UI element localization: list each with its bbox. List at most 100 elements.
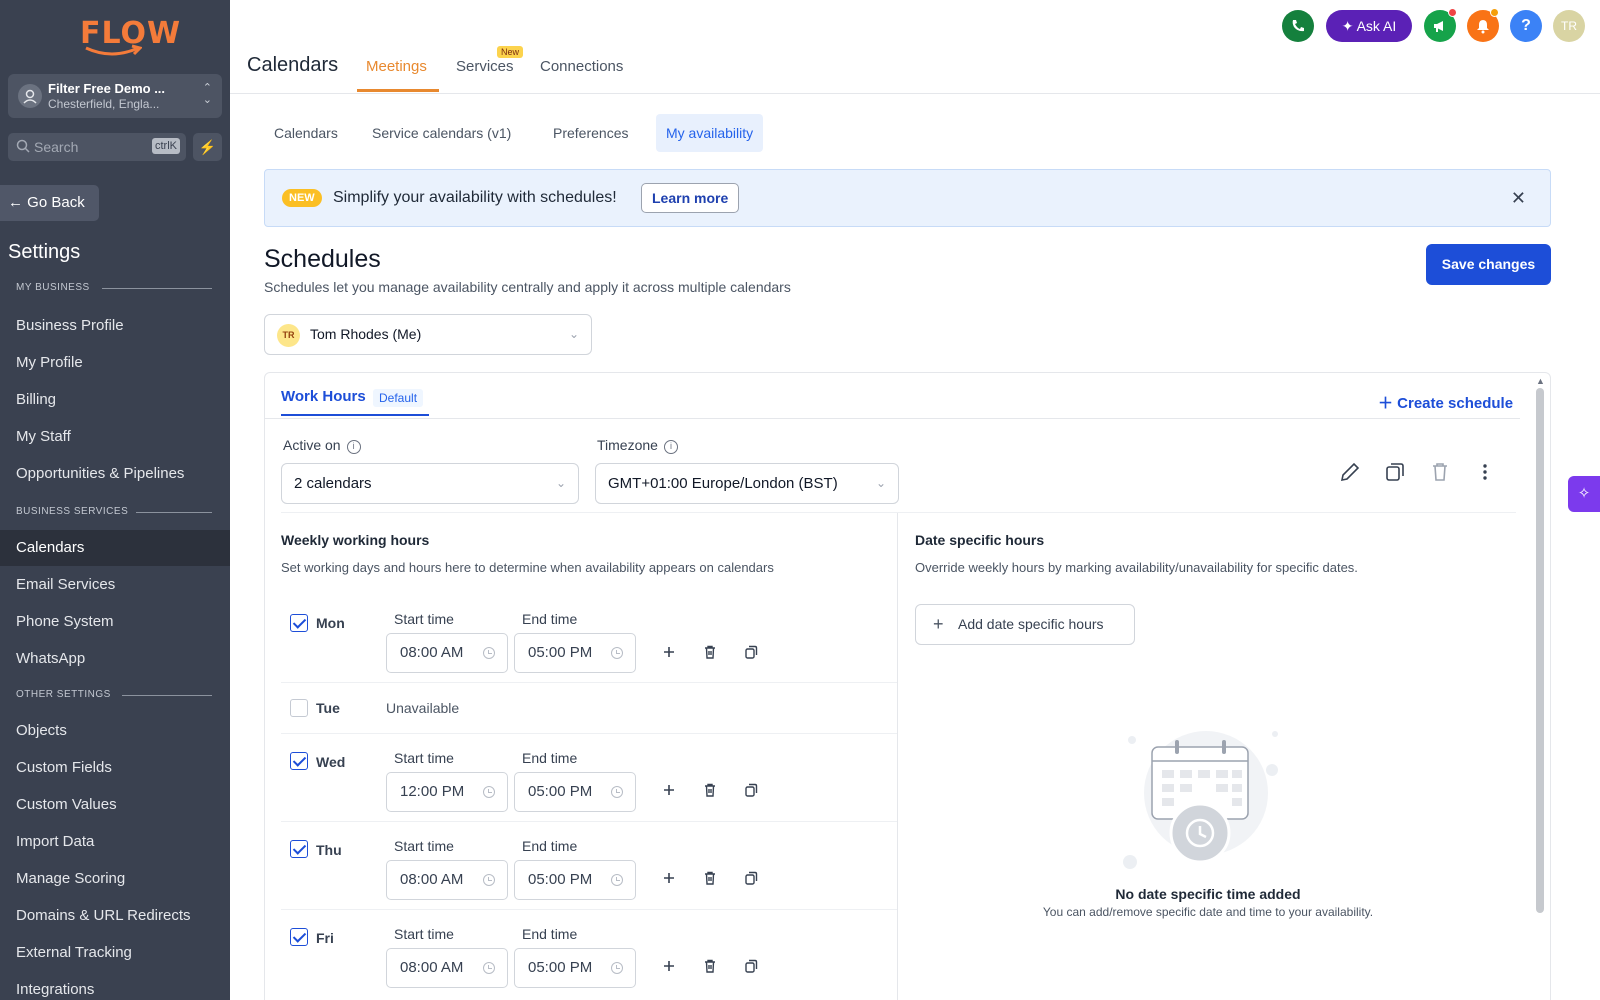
clock-icon [611, 647, 623, 659]
ask-ai-button[interactable]: ✦ Ask AI [1326, 10, 1412, 42]
divider [264, 418, 1520, 419]
plus-icon[interactable] [661, 782, 677, 798]
trash-icon[interactable] [702, 782, 718, 798]
plus-icon[interactable] [661, 870, 677, 886]
checkbox-thu[interactable] [290, 840, 308, 858]
start-time-input[interactable]: 12:00 PM [386, 772, 508, 812]
sparkle-icon: ✦ [1341, 18, 1357, 34]
plus-icon[interactable] [661, 644, 677, 660]
start-time-input[interactable]: 08:00 AM [386, 948, 508, 988]
sidebar-item-phone-system[interactable]: Phone System [0, 604, 230, 640]
section-business-services: BUSINESS SERVICES [16, 506, 129, 517]
sidebar-item-whatsapp[interactable]: WhatsApp [0, 641, 230, 677]
tab-work-hours[interactable]: Work Hours [281, 388, 366, 405]
day-label: Mon [316, 615, 345, 631]
clock-icon [611, 874, 623, 886]
sidebar-item-manage-scoring[interactable]: Manage Scoring [0, 861, 230, 897]
sidebar-item-billing[interactable]: Billing [0, 382, 230, 418]
tab-services[interactable]: Services [456, 58, 514, 75]
copy-icon[interactable] [743, 782, 759, 798]
copy-icon[interactable] [743, 644, 759, 660]
sidebar-item-business-profile[interactable]: Business Profile [0, 308, 230, 344]
new-tag: NEW [282, 189, 322, 207]
end-time-value: 05:00 PM [528, 783, 593, 800]
unavailable-label: Unavailable [386, 700, 460, 716]
end-time-input[interactable]: 05:00 PM [514, 772, 636, 812]
weekly-hours-desc: Set working days and hours here to deter… [281, 560, 774, 575]
end-time-input[interactable]: 05:00 PM [514, 633, 636, 673]
sidebar-item-import-data[interactable]: Import Data [0, 824, 230, 860]
add-date-label: Add date specific hours [958, 616, 1104, 632]
checkbox-tue[interactable] [290, 699, 308, 717]
sidebar-item-my-staff[interactable]: My Staff [0, 419, 230, 455]
checkbox-wed[interactable] [290, 752, 308, 770]
sidebar-item-objects[interactable]: Objects [0, 713, 230, 749]
scroll-up-icon[interactable]: ▲ [1536, 376, 1545, 386]
go-back-button[interactable]: ← Go Back [0, 185, 99, 221]
section-divider [102, 288, 212, 289]
subtab-my-availability[interactable]: My availability [656, 114, 764, 152]
section-divider [122, 695, 212, 696]
copy-icon[interactable] [743, 870, 759, 886]
edit-pencil-icon[interactable] [1338, 460, 1362, 484]
sidebar-item-custom-fields[interactable]: Custom Fields [0, 750, 230, 786]
help-icon[interactable]: ? [1510, 10, 1542, 42]
sidebar-item-calendars[interactable]: Calendars [0, 530, 230, 566]
start-time-input[interactable]: 08:00 AM [386, 633, 508, 673]
sidebar-item-domains[interactable]: Domains & URL Redirects [0, 898, 230, 934]
phone-icon[interactable] [1282, 10, 1314, 42]
end-time-input[interactable]: 05:00 PM [514, 860, 636, 900]
trash-icon[interactable] [702, 870, 718, 886]
plus-icon[interactable] [661, 958, 677, 974]
account-switcher[interactable]: Filter Free Demo ... Chesterfield, Engla… [8, 74, 222, 118]
subtab-preferences[interactable]: Preferences [543, 114, 638, 152]
search-placeholder: Search [34, 139, 79, 155]
empty-state-title: No date specific time added [1115, 886, 1301, 902]
ai-assistant-sparkle-icon[interactable]: ✧ [1568, 476, 1600, 512]
user-avatar[interactable]: TR [1553, 10, 1585, 42]
info-icon[interactable]: i [663, 440, 678, 454]
info-icon[interactable]: i [346, 440, 361, 454]
end-time-input[interactable]: 05:00 PM [514, 948, 636, 988]
end-time-value: 05:00 PM [528, 959, 593, 976]
trash-icon[interactable] [1428, 460, 1452, 484]
sidebar: FLOW Filter Free Demo ... Chesterfield, … [0, 0, 230, 1000]
scrollbar[interactable] [1536, 388, 1544, 913]
sidebar-item-my-profile[interactable]: My Profile [0, 345, 230, 381]
subtab-calendars[interactable]: Calendars [264, 114, 348, 152]
tab-meetings[interactable]: Meetings [366, 58, 427, 75]
start-time-label: Start time [394, 750, 454, 766]
row-divider [281, 821, 897, 822]
user-select[interactable]: TR Tom Rhodes (Me) ⌄ [264, 314, 592, 355]
search-box[interactable]: Search ctrlK [8, 133, 186, 161]
sidebar-item-email-services[interactable]: Email Services [0, 567, 230, 603]
checkbox-fri[interactable] [290, 928, 308, 946]
learn-more-button[interactable]: Learn more [641, 183, 740, 213]
logo-arrow-icon [85, 44, 142, 56]
close-icon[interactable]: ✕ [1511, 188, 1526, 209]
clock-icon [483, 786, 495, 798]
copy-icon[interactable] [743, 958, 759, 974]
add-date-specific-button[interactable]: + Add date specific hours [915, 604, 1135, 645]
sidebar-item-opportunities[interactable]: Opportunities & Pipelines [0, 456, 230, 492]
trash-icon[interactable] [702, 644, 718, 660]
save-changes-button[interactable]: Save changes [1426, 244, 1551, 285]
trash-icon[interactable] [702, 958, 718, 974]
duplicate-icon[interactable] [1383, 460, 1407, 484]
sidebar-item-external-tracking[interactable]: External Tracking [0, 935, 230, 971]
checkbox-mon[interactable] [290, 614, 308, 632]
row-divider [281, 733, 897, 734]
tab-connections[interactable]: Connections [540, 58, 623, 75]
active-on-select[interactable]: 2 calendars ⌄ [281, 463, 579, 504]
quick-action-bolt-icon[interactable]: ⚡ [193, 133, 222, 161]
create-schedule-button[interactable]: ＋ Create schedule [1378, 392, 1513, 413]
end-time-label: End time [522, 838, 578, 854]
start-time-value: 08:00 AM [400, 871, 464, 888]
timezone-select[interactable]: GMT+01:00 Europe/London (BST) ⌄ [595, 463, 899, 504]
sidebar-item-custom-values[interactable]: Custom Values [0, 787, 230, 823]
subtab-service-calendars[interactable]: Service calendars (v1) [362, 114, 521, 152]
sidebar-item-integrations[interactable]: Integrations [0, 972, 230, 1000]
schedules-banner: NEW Simplify your availability with sche… [264, 169, 1551, 227]
more-vertical-icon[interactable] [1473, 460, 1497, 484]
start-time-input[interactable]: 08:00 AM [386, 860, 508, 900]
